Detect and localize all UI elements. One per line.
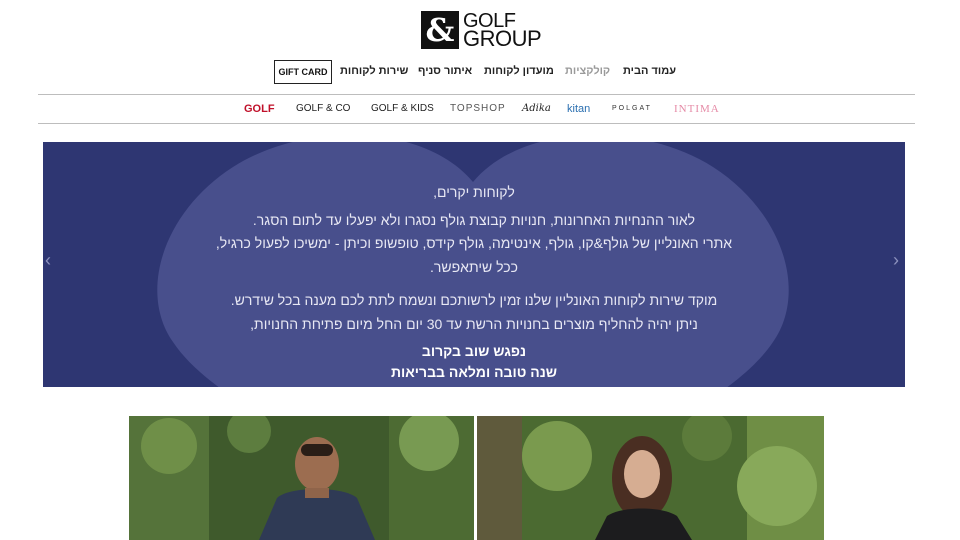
brand-golf[interactable]: GOLF <box>244 103 275 115</box>
banner-line-5: ניתן יהיה להחליף מוצרים בחנויות הרשת עד … <box>250 316 698 332</box>
mens-collection-image[interactable] <box>129 416 474 540</box>
brand-adika[interactable]: Adika <box>522 103 551 114</box>
brand-golf-kids[interactable]: GOLF & KIDS <box>371 103 434 114</box>
banner-line-7: שנה טובה ומלאה בבריאות <box>390 364 558 380</box>
nav-customer-service[interactable]: שירות לקוחות <box>340 65 408 77</box>
brand-polgat[interactable]: POLGAT <box>612 105 652 112</box>
nav-store-locator[interactable]: איתור סניף <box>418 65 472 77</box>
golf-group-logo[interactable]: & GOLF GROUP <box>421 11 542 51</box>
site-header: & GOLF GROUP עמוד הבית קולקציות מועדון ל… <box>0 0 960 95</box>
nav-customer-club[interactable]: מועדון לקוחות <box>484 65 554 77</box>
brand-topshop[interactable]: TOPSHOP <box>450 103 506 114</box>
logo-wordmark: GOLF GROUP <box>463 11 542 51</box>
banner-line-3: ככל שיתאפשר. <box>430 259 518 275</box>
brand-bar: GOLF GOLF & CO GOLF & KIDS TOPSHOP Adika… <box>0 96 960 123</box>
divider-bottom <box>38 123 915 124</box>
banner-line-4: מוקד שירות לקוחות האונליין שלנו זמין לרש… <box>230 292 718 308</box>
nav-collections[interactable]: קולקציות <box>565 65 610 77</box>
ampersand-logo-mark: & <box>421 11 459 49</box>
top-navigation: עמוד הבית קולקציות מועדון לקוחות איתור ס… <box>0 60 960 84</box>
womens-collection-image[interactable] <box>477 416 824 540</box>
divider-top <box>38 94 915 95</box>
closure-announcement-banner: לקוחות יקרים, לאור ההנחיות האחרונות, חנו… <box>43 142 905 387</box>
banner-line-2: אתרי האונליין של גולף&קו, גולף, אינטימה,… <box>215 235 733 251</box>
nav-home[interactable]: עמוד הבית <box>623 65 676 77</box>
brand-intima[interactable]: INTIMA <box>674 103 720 115</box>
banner-line-6: נפגש שוב בקרוב <box>421 343 527 359</box>
mens-photo <box>129 416 474 540</box>
brand-kitan[interactable]: kitan <box>567 103 590 115</box>
womens-photo <box>477 416 824 540</box>
logo-line2: GROUP <box>463 26 542 51</box>
carousel-next-arrow-icon[interactable]: › <box>893 250 899 271</box>
banner-line-1: לאור ההנחיות האחרונות, חנויות קבוצת גולף… <box>252 212 696 228</box>
gift-card-button[interactable]: GIFT CARD <box>274 60 332 84</box>
carousel-prev-arrow-icon[interactable]: ‹ <box>45 250 51 271</box>
banner-message: לקוחות יקרים, לאור ההנחיות האחרונות, חנו… <box>43 142 905 387</box>
brand-golf-co[interactable]: GOLF & CO <box>296 103 350 114</box>
banner-greeting: לקוחות יקרים, <box>433 184 515 200</box>
